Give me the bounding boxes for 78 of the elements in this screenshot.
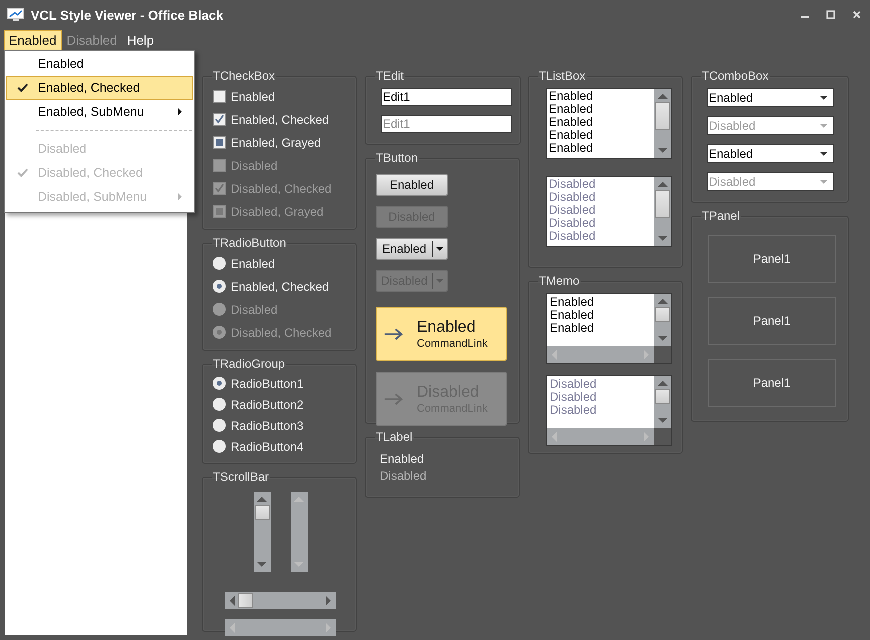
label-text: Enabled bbox=[380, 452, 426, 466]
menu-bar-item[interactable]: Help bbox=[122, 30, 160, 50]
menu-item[interactable]: Enabled bbox=[6, 52, 193, 76]
checkbox-label: Enabled bbox=[231, 90, 276, 104]
list-item[interactable]: Enabled bbox=[549, 129, 652, 142]
radio-label: RadioButton1 bbox=[231, 376, 304, 390]
push-button[interactable]: Enabled bbox=[376, 174, 448, 196]
maximize-icon[interactable] bbox=[826, 10, 836, 20]
list-item[interactable]: Enabled bbox=[549, 142, 652, 155]
checkbox-label: Enabled, Checked bbox=[231, 112, 330, 126]
vertical-scrollbar[interactable] bbox=[254, 492, 270, 572]
combo-box[interactable]: Enabled bbox=[707, 88, 834, 107]
radio-label: Disabled bbox=[231, 302, 278, 316]
checkbox[interactable] bbox=[213, 136, 226, 149]
split-button[interactable]: Enabled bbox=[376, 238, 448, 260]
radio-button[interactable] bbox=[213, 280, 226, 293]
window-title: VCL Style Viewer - Office Black bbox=[31, 8, 224, 22]
memo-line: Disabled bbox=[550, 378, 598, 391]
arrow-icon bbox=[384, 328, 404, 340]
checkbox[interactable] bbox=[213, 90, 226, 103]
panel: Panel1 bbox=[708, 359, 836, 407]
monitor-icon bbox=[7, 8, 25, 22]
group-title: TEdit bbox=[375, 69, 406, 83]
group-title: TListBox bbox=[538, 69, 587, 83]
panel: Panel1 bbox=[708, 297, 836, 345]
menu-item[interactable]: Enabled, SubMenu bbox=[6, 100, 193, 124]
vertical-scrollbar[interactable] bbox=[654, 294, 671, 346]
group-title: TButton bbox=[375, 151, 420, 165]
scrollbar-corner bbox=[654, 346, 671, 363]
memo-line: Disabled bbox=[550, 404, 598, 417]
radio-label: RadioButton2 bbox=[231, 398, 304, 412]
group-title: TRadioButton bbox=[212, 236, 288, 250]
radio-button[interactable] bbox=[213, 440, 226, 453]
panel: Panel1 bbox=[708, 235, 836, 283]
radio-label: RadioButton4 bbox=[231, 440, 304, 454]
horizontal-scrollbar[interactable] bbox=[547, 346, 654, 363]
vertical-scrollbar[interactable] bbox=[654, 89, 671, 158]
group-title: TComboBox bbox=[701, 69, 770, 83]
scrollbar-corner bbox=[654, 428, 671, 445]
menu-item[interactable]: Enabled, Checked bbox=[6, 76, 193, 100]
checkbox-label: Disabled bbox=[231, 158, 278, 172]
horizontal-scrollbar[interactable] bbox=[225, 592, 336, 609]
radio-label: Disabled, Checked bbox=[231, 326, 332, 340]
group-title: TCheckBox bbox=[212, 69, 276, 83]
group-title: TScrollBar bbox=[212, 470, 270, 484]
radio-button[interactable] bbox=[213, 419, 226, 432]
list-box[interactable]: Enabled Enabled Enabled Enabled Enabled bbox=[546, 88, 672, 159]
combo-box[interactable]: Enabled bbox=[707, 144, 834, 163]
memo-field[interactable]: Enabled Enabled Enabled bbox=[546, 293, 672, 364]
memo-line: Enabled bbox=[550, 309, 596, 322]
radio-button[interactable] bbox=[213, 398, 226, 411]
radio-button[interactable] bbox=[213, 257, 226, 270]
command-link-button[interactable]: Enabled CommandLink bbox=[376, 307, 507, 361]
check-icon bbox=[16, 168, 28, 178]
check-icon bbox=[16, 83, 28, 93]
group-title: TMemo bbox=[538, 274, 581, 288]
list-item[interactable]: Enabled bbox=[549, 103, 652, 116]
group-title: TPanel bbox=[701, 209, 742, 223]
radio-label: Enabled, Checked bbox=[231, 280, 330, 294]
radio-label: RadioButton3 bbox=[231, 418, 304, 432]
edit-field[interactable]: Edit1 bbox=[381, 88, 512, 106]
close-icon[interactable] bbox=[852, 10, 862, 20]
radio-button[interactable] bbox=[213, 377, 226, 390]
group-title: TLabel bbox=[375, 430, 414, 444]
group-title: TRadioGroup bbox=[212, 357, 286, 371]
radio-label: Enabled bbox=[231, 256, 276, 270]
checkbox-label: Enabled, Grayed bbox=[231, 136, 322, 150]
list-item[interactable]: Enabled bbox=[549, 90, 652, 103]
checkbox-label: Disabled, Grayed bbox=[231, 204, 324, 218]
checkbox-label: Disabled, Checked bbox=[231, 182, 332, 196]
checkbox[interactable] bbox=[213, 113, 226, 126]
memo-line: Enabled bbox=[550, 322, 596, 335]
memo-line: Disabled bbox=[550, 391, 598, 404]
arrow-icon bbox=[384, 392, 404, 406]
menu-bar-item[interactable]: Enabled bbox=[4, 30, 62, 50]
list-item[interactable]: Enabled bbox=[549, 116, 652, 129]
memo-line: Enabled bbox=[550, 296, 596, 309]
label-text: Disabled bbox=[380, 469, 428, 483]
